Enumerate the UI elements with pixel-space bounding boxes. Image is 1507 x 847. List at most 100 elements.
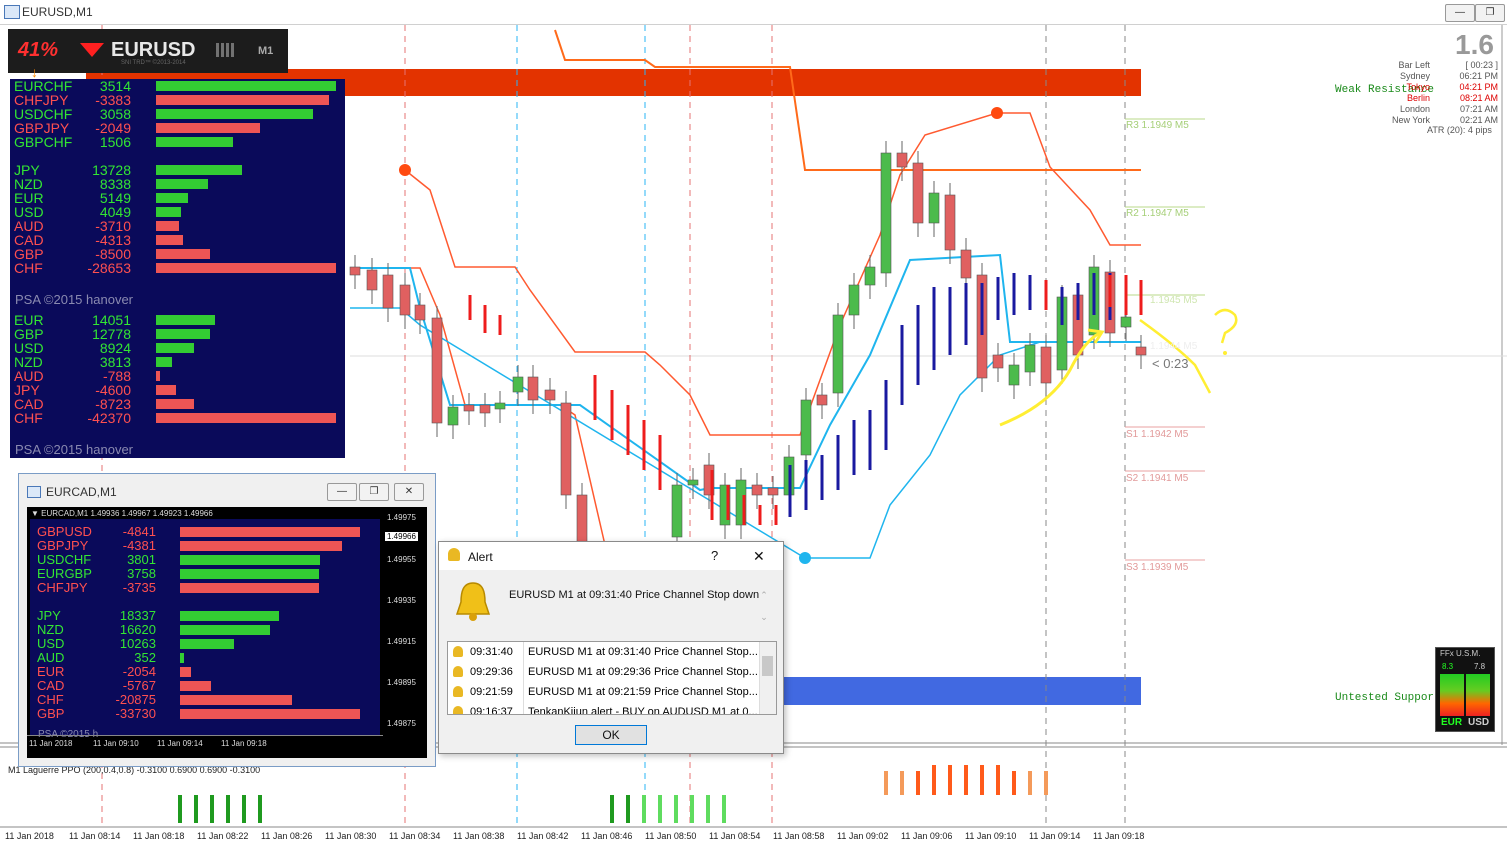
message-scrollbar[interactable]: ⌃ ⌄ xyxy=(757,584,771,634)
strength-bar xyxy=(156,137,233,147)
strength-name: AUD xyxy=(14,368,44,384)
atr-label: ATR (20): 4 pips xyxy=(1427,125,1492,135)
eurcad-chart-window[interactable]: EURCAD,M1 — ❐ ✕ ▼ EURCAD,M1 1.49936 1.49… xyxy=(18,473,436,767)
upper-channel-line xyxy=(554,29,1141,171)
ppo-bar xyxy=(964,765,968,795)
eurcad-price-label: 1.49875 xyxy=(387,719,416,728)
chart-window-icon xyxy=(4,5,20,19)
alert-text: EURUSD M1 at 09:21:59 Price Channel Stop… xyxy=(523,682,758,702)
strength-value: -8723 xyxy=(95,396,131,412)
eurcad-close-button[interactable]: ✕ xyxy=(394,483,424,501)
ppo-bar xyxy=(996,765,1000,795)
strength-name: EUR xyxy=(37,664,65,679)
strength-name: GBP xyxy=(14,246,44,262)
spread-value: 1.6 xyxy=(1455,29,1494,60)
alert-text: EURUSD M1 at 09:29:36 Price Channel Stop… xyxy=(523,662,758,682)
usm-usd-meter xyxy=(1466,674,1490,716)
session-label: Tokyo xyxy=(1406,82,1430,92)
strength-bar xyxy=(180,709,360,719)
strength-name: EUR xyxy=(14,190,44,206)
strength-name: USD xyxy=(14,340,44,356)
strength-value: 8924 xyxy=(99,340,131,356)
time-tick-label: 11 Jan 09:06 xyxy=(901,831,953,841)
alert-list-item[interactable]: 09:29:36 EURUSD M1 at 09:29:36 Price Chan… xyxy=(448,662,758,682)
bell-icon xyxy=(453,706,463,714)
alert-history-list[interactable]: 09:31:40 EURUSD M1 at 09:31:40 Price Chan… xyxy=(447,641,777,715)
strength-bar xyxy=(180,583,319,593)
strength-bar xyxy=(180,667,191,677)
eurcad-price-label: 1.49935 xyxy=(387,596,416,605)
candle-body xyxy=(896,152,908,168)
alert-list-item[interactable]: 09:31:40 EURUSD M1 at 09:31:40 Price Chan… xyxy=(448,642,758,662)
alert-time: 09:21:59 xyxy=(470,686,513,698)
untested-support-label: Untested Support xyxy=(1335,692,1441,704)
strength-bar xyxy=(156,263,336,273)
alert-list-item[interactable]: 09:21:59 EURUSD M1 at 09:21:59 Price Chan… xyxy=(448,682,758,702)
candle-body xyxy=(1008,364,1020,386)
eurcad-maximize-button[interactable]: ❐ xyxy=(359,483,389,501)
eurcad-chart-area[interactable]: ▼ EURCAD,M1 1.49936 1.49967 1.49923 1.49… xyxy=(27,507,427,758)
ppo-bar xyxy=(674,795,678,823)
alert-titlebar: Alert ? ✕ xyxy=(439,542,783,570)
candle-body xyxy=(1024,344,1036,373)
ok-button[interactable]: OK xyxy=(575,725,647,745)
minimize-button[interactable]: — xyxy=(1445,4,1475,22)
strength-value: 3801 xyxy=(127,552,156,567)
eurcad-time-label: 11 Jan 09:10 xyxy=(93,739,139,748)
ppo-bar xyxy=(610,795,614,823)
channel-dot xyxy=(399,164,411,176)
candle-body xyxy=(399,284,411,316)
ppo-bar xyxy=(980,765,984,795)
eurcad-minimize-button[interactable]: — xyxy=(327,483,357,501)
grid-icon xyxy=(216,43,234,57)
strength-bar xyxy=(156,329,210,339)
maximize-button[interactable]: ❐ xyxy=(1475,4,1505,22)
candle-body xyxy=(576,494,588,546)
bell-icon xyxy=(453,646,463,657)
strength-value: -8500 xyxy=(95,246,131,262)
eurcad-price-label: 1.49975 xyxy=(387,513,416,522)
candle-body xyxy=(912,162,924,224)
strength-value: -4381 xyxy=(122,538,156,553)
alert-list-item[interactable]: 09:16:37 TenkanKijun alert - BUY on AUDUS… xyxy=(448,702,758,714)
help-button[interactable]: ? xyxy=(711,548,718,563)
eurcad-time-label: 11 Jan 09:18 xyxy=(221,739,267,748)
strength-value: -3383 xyxy=(95,92,131,108)
strength-bar xyxy=(156,413,336,423)
strength-value: -20875 xyxy=(115,692,156,707)
ppo-bar xyxy=(690,795,694,823)
time-tick-label: 11 Jan 2018 xyxy=(5,831,54,841)
candle-body xyxy=(800,399,812,456)
session-time: 04:21 PM xyxy=(1459,82,1498,92)
alert-time: 09:29:36 xyxy=(470,666,513,678)
strength-bar xyxy=(156,357,172,367)
channel-dot xyxy=(799,552,811,564)
candle-body xyxy=(447,406,459,426)
usm-usd-label: USD xyxy=(1468,717,1490,728)
candle-body xyxy=(382,274,394,309)
usm-usd-value: 7.8 xyxy=(1474,662,1486,671)
candle-body xyxy=(512,376,524,393)
ppo-bar xyxy=(722,795,726,823)
alert-list-scrollbar[interactable] xyxy=(759,642,776,714)
time-tick-label: 11 Jan 09:02 xyxy=(837,831,889,841)
usm-eur-meter xyxy=(1440,674,1464,716)
alert-message: EURUSD M1 at 09:31:40 Price Channel Stop… xyxy=(509,589,760,601)
candle-body xyxy=(687,479,699,486)
bell-icon xyxy=(453,666,463,677)
strength-value: 3058 xyxy=(99,106,131,122)
strength-value: 16620 xyxy=(119,622,156,637)
strength-bar xyxy=(180,541,342,551)
session-label: Berlin xyxy=(1406,93,1430,103)
strength-value: -3710 xyxy=(95,218,131,234)
trend-cyan-line xyxy=(350,253,1141,492)
close-button[interactable]: ✕ xyxy=(753,548,765,565)
candle-body xyxy=(414,304,426,321)
strength-bar xyxy=(156,179,208,189)
alert-dialog[interactable]: Alert ? ✕ EURUSD M1 at 09:31:40 Price Ch… xyxy=(438,541,784,754)
strength-value: -4313 xyxy=(95,232,131,248)
ppo-bar xyxy=(1044,771,1048,795)
strength-value: -33730 xyxy=(115,706,156,721)
candle-body xyxy=(1135,346,1147,356)
annotation-question-dot xyxy=(1223,351,1227,355)
